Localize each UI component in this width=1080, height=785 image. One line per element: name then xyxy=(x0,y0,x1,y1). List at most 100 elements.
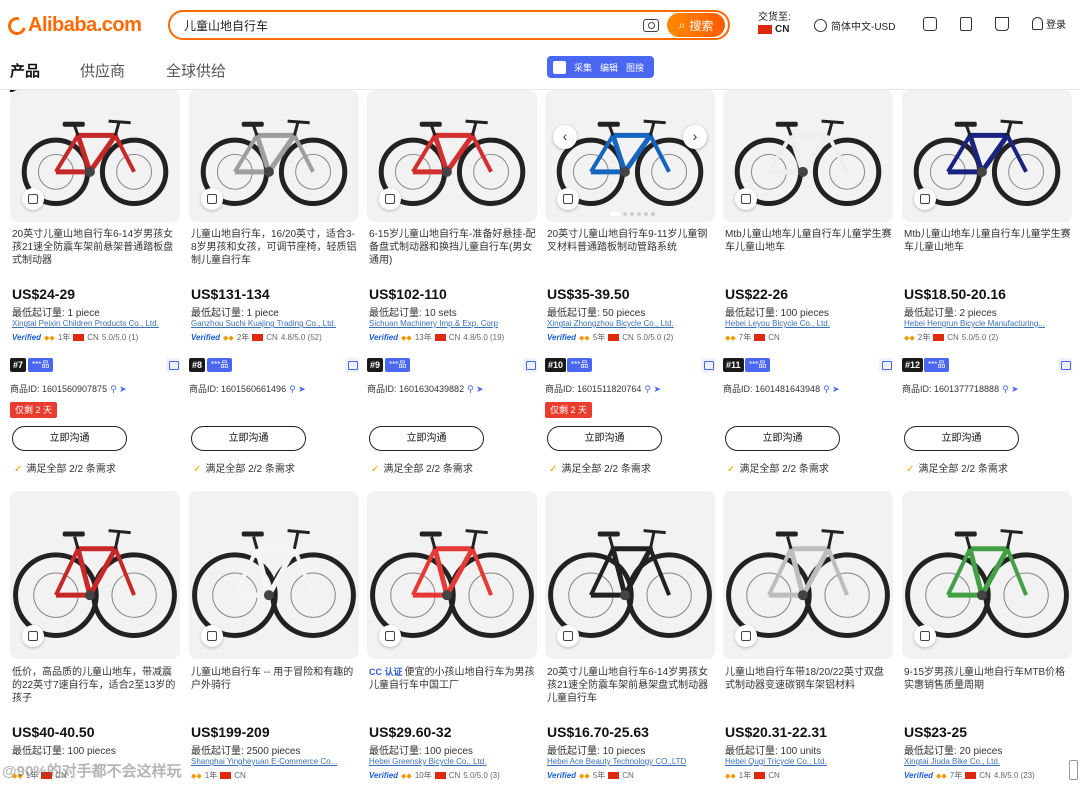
product-title[interactable]: 儿童山地自行车，16/20英寸，适合3-8岁男孩和女孩，可调节座椅，轻质铝制儿童… xyxy=(191,228,359,267)
product-image[interactable]: ‹ › xyxy=(545,90,715,222)
supplier-name[interactable]: Sichuan Machinery Imp.& Exp. Corp xyxy=(369,319,537,328)
alibaba-logo[interactable]: Alibaba.com xyxy=(4,13,142,38)
supplier-name[interactable]: Hebei Qugi Tricycle Co., Ltd. xyxy=(725,757,893,766)
image-search-icon[interactable] xyxy=(735,625,757,647)
carousel-dot[interactable] xyxy=(630,212,634,216)
image-search-icon[interactable] xyxy=(201,188,223,210)
plugin-collect-icon[interactable] xyxy=(1058,358,1072,372)
plugin-collect-icon[interactable] xyxy=(345,358,359,372)
product-image[interactable] xyxy=(367,491,537,659)
product-image[interactable] xyxy=(10,90,180,222)
copy-link-icon[interactable]: ⚲ ➤ xyxy=(467,384,484,394)
image-search-icon[interactable] xyxy=(557,625,579,647)
carousel-dot[interactable] xyxy=(637,212,641,216)
product-title[interactable]: 20英寸儿童山地自行车6-14岁男孩女孩21速全防震车架前悬架盘式制动器儿童自行… xyxy=(547,666,715,705)
product-title[interactable]: 20英寸儿童山地自行车6-14岁男孩女孩21速全防震车架前悬架普通踏板盘式制动器 xyxy=(12,228,180,267)
product-title[interactable]: 20英寸儿童山地自行车9-11岁儿童钢叉材料普通踏板制动管路系统 xyxy=(547,228,715,254)
copy-link-icon[interactable]: ⚲ ➤ xyxy=(289,384,306,394)
scroll-to-top-button[interactable] xyxy=(1069,760,1078,780)
chat-now-button[interactable]: 立即沟通 xyxy=(904,426,1019,451)
ship-to[interactable]: 交货至: CN xyxy=(758,12,791,36)
carousel-prev-icon[interactable]: ‹ xyxy=(553,125,577,149)
image-search-icon[interactable] xyxy=(201,625,223,647)
product-image[interactable] xyxy=(902,491,1072,659)
chat-now-button[interactable]: 立即沟通 xyxy=(191,426,306,451)
plugin-image-search-button[interactable]: 图搜 xyxy=(626,61,644,74)
search-bar[interactable]: 儿童山地自行车 ⌕ 搜索 xyxy=(168,10,730,40)
copy-link-icon[interactable]: ⚲ ➤ xyxy=(823,384,840,394)
login-button[interactable]: 登录 xyxy=(1032,16,1066,31)
header: Alibaba.com 儿童山地自行车 ⌕ 搜索 交货至: CN 简体中文-USD… xyxy=(0,0,1080,50)
product-title[interactable]: 儿童山地自行车 -- 用于冒险和有趣的户外骑行 xyxy=(191,666,359,692)
tab-global-supply[interactable]: 全球供给 xyxy=(166,60,226,81)
supplier-meta: ◆◆ 2年 CN 5.0/5.0 (2) xyxy=(904,332,998,343)
image-search-icon[interactable] xyxy=(22,625,44,647)
product-title[interactable]: Mtb儿童山地车儿童自行车儿童学生赛车儿童山地车 xyxy=(904,228,1072,254)
carousel-next-icon[interactable]: › xyxy=(683,125,707,149)
min-order-qty: 最低起订量: 100 pieces xyxy=(725,308,829,319)
plugin-collect-button[interactable]: 采集 xyxy=(574,61,592,74)
product-image[interactable] xyxy=(367,90,537,222)
supplier-name[interactable]: Hebei Hengrun Bicycle Manufacturing... xyxy=(904,319,1072,328)
product-image[interactable] xyxy=(545,491,715,659)
search-button[interactable]: ⌕ 搜索 xyxy=(667,13,725,37)
supplier-name[interactable]: Hebei Ace Beauty Technology CO.,LTD xyxy=(547,757,715,766)
product-title[interactable]: 6-15岁儿童山地自行车-准备好悬挂-配备盘式制动器和换挡儿童自行车(男女通用) xyxy=(369,228,537,267)
product-title[interactable]: 9-15岁男孩儿童山地自行车MTB价格实惠销售质量周期 xyxy=(904,666,1072,692)
image-search-icon[interactable] xyxy=(379,625,401,647)
product-image[interactable] xyxy=(723,491,893,659)
product-title[interactable]: 儿童山地自行车带18/20/22英寸双盘式制动器变速碳钢车架铝材料 xyxy=(725,666,893,692)
plugin-icon[interactable] xyxy=(553,60,566,74)
plugin-edit-button[interactable]: 编辑 xyxy=(600,61,618,74)
orders-icon[interactable] xyxy=(960,17,972,31)
carousel-dot[interactable] xyxy=(651,212,655,216)
copy-link-icon[interactable]: ⚲ ➤ xyxy=(1002,384,1019,394)
plugin-collect-icon[interactable] xyxy=(701,358,715,372)
cart-icon[interactable] xyxy=(995,17,1009,31)
search-input[interactable]: 儿童山地自行车 xyxy=(170,17,643,34)
product-image[interactable] xyxy=(189,491,359,659)
verified-badge: Verified xyxy=(904,771,934,780)
product-title[interactable]: 低价，高品质的儿童山地车，带减震的22英寸7速自行车，适合2至13岁的孩子 xyxy=(12,666,180,705)
tab-suppliers[interactable]: 供应商 xyxy=(80,60,125,81)
supplier-name[interactable]: Hebei Greensky Bicycle Co., Ltd. xyxy=(369,757,537,766)
product-image[interactable] xyxy=(10,491,180,659)
chat-now-button[interactable]: 立即沟通 xyxy=(547,426,662,451)
chat-now-button[interactable]: 立即沟通 xyxy=(725,426,840,451)
supplier-years: 2年 xyxy=(917,333,931,342)
supplier-name[interactable]: Shanghai Yingheyuan E-Commerce Co... xyxy=(191,757,359,766)
product-title[interactable]: Mtb儿童山地车儿童自行车儿童学生赛车儿童山地车 xyxy=(725,228,893,254)
image-search-icon[interactable] xyxy=(557,188,579,210)
image-search-icon[interactable] xyxy=(22,188,44,210)
product-title[interactable]: CC 认证 便宜的小孩山地自行车为男孩儿童自行车中国工厂 xyxy=(369,666,537,692)
tab-products[interactable]: 产品 xyxy=(10,60,41,92)
supplier-name[interactable]: Hebei Leyou Bicycle Co., Ltd. xyxy=(725,319,893,328)
messages-icon[interactable] xyxy=(923,17,937,31)
plugin-collect-icon[interactable] xyxy=(879,358,893,372)
plugin-collect-icon[interactable] xyxy=(166,358,180,372)
supplier-name[interactable]: Ganzhou Suchi Kuajing Trading Co., Ltd. xyxy=(191,319,359,328)
product-image[interactable] xyxy=(723,90,893,222)
image-search-icon[interactable] xyxy=(914,625,936,647)
chat-now-button[interactable]: 立即沟通 xyxy=(369,426,484,451)
supplier-name[interactable]: Xingtai Jiuda Bike Co., Ltd. xyxy=(904,757,1072,766)
image-search-icon[interactable] xyxy=(735,188,757,210)
chat-now-button[interactable]: 立即沟通 xyxy=(12,426,127,451)
product-price: US$131-134 xyxy=(191,286,270,302)
copy-link-icon[interactable]: ⚲ ➤ xyxy=(644,384,661,394)
product-price: US$40-40.50 xyxy=(12,724,95,740)
camera-icon[interactable] xyxy=(643,18,659,32)
product-image[interactable] xyxy=(189,90,359,222)
star-product-badge: ***品 xyxy=(567,358,593,372)
carousel-dot[interactable] xyxy=(644,212,648,216)
supplier-name[interactable]: Xingtai Peixin Children Products Co., Lt… xyxy=(12,319,180,328)
product-image[interactable] xyxy=(902,90,1072,222)
plugin-collect-icon[interactable] xyxy=(523,358,537,372)
carousel-dot[interactable] xyxy=(610,212,620,216)
image-search-icon[interactable] xyxy=(379,188,401,210)
carousel-dot[interactable] xyxy=(623,212,627,216)
image-search-icon[interactable] xyxy=(914,188,936,210)
language-selector[interactable]: 简体中文-USD xyxy=(814,18,895,33)
copy-link-icon[interactable]: ⚲ ➤ xyxy=(110,384,127,394)
supplier-name[interactable]: Xingtai Zhongzhou Bicycle Co., Ltd. xyxy=(547,319,715,328)
